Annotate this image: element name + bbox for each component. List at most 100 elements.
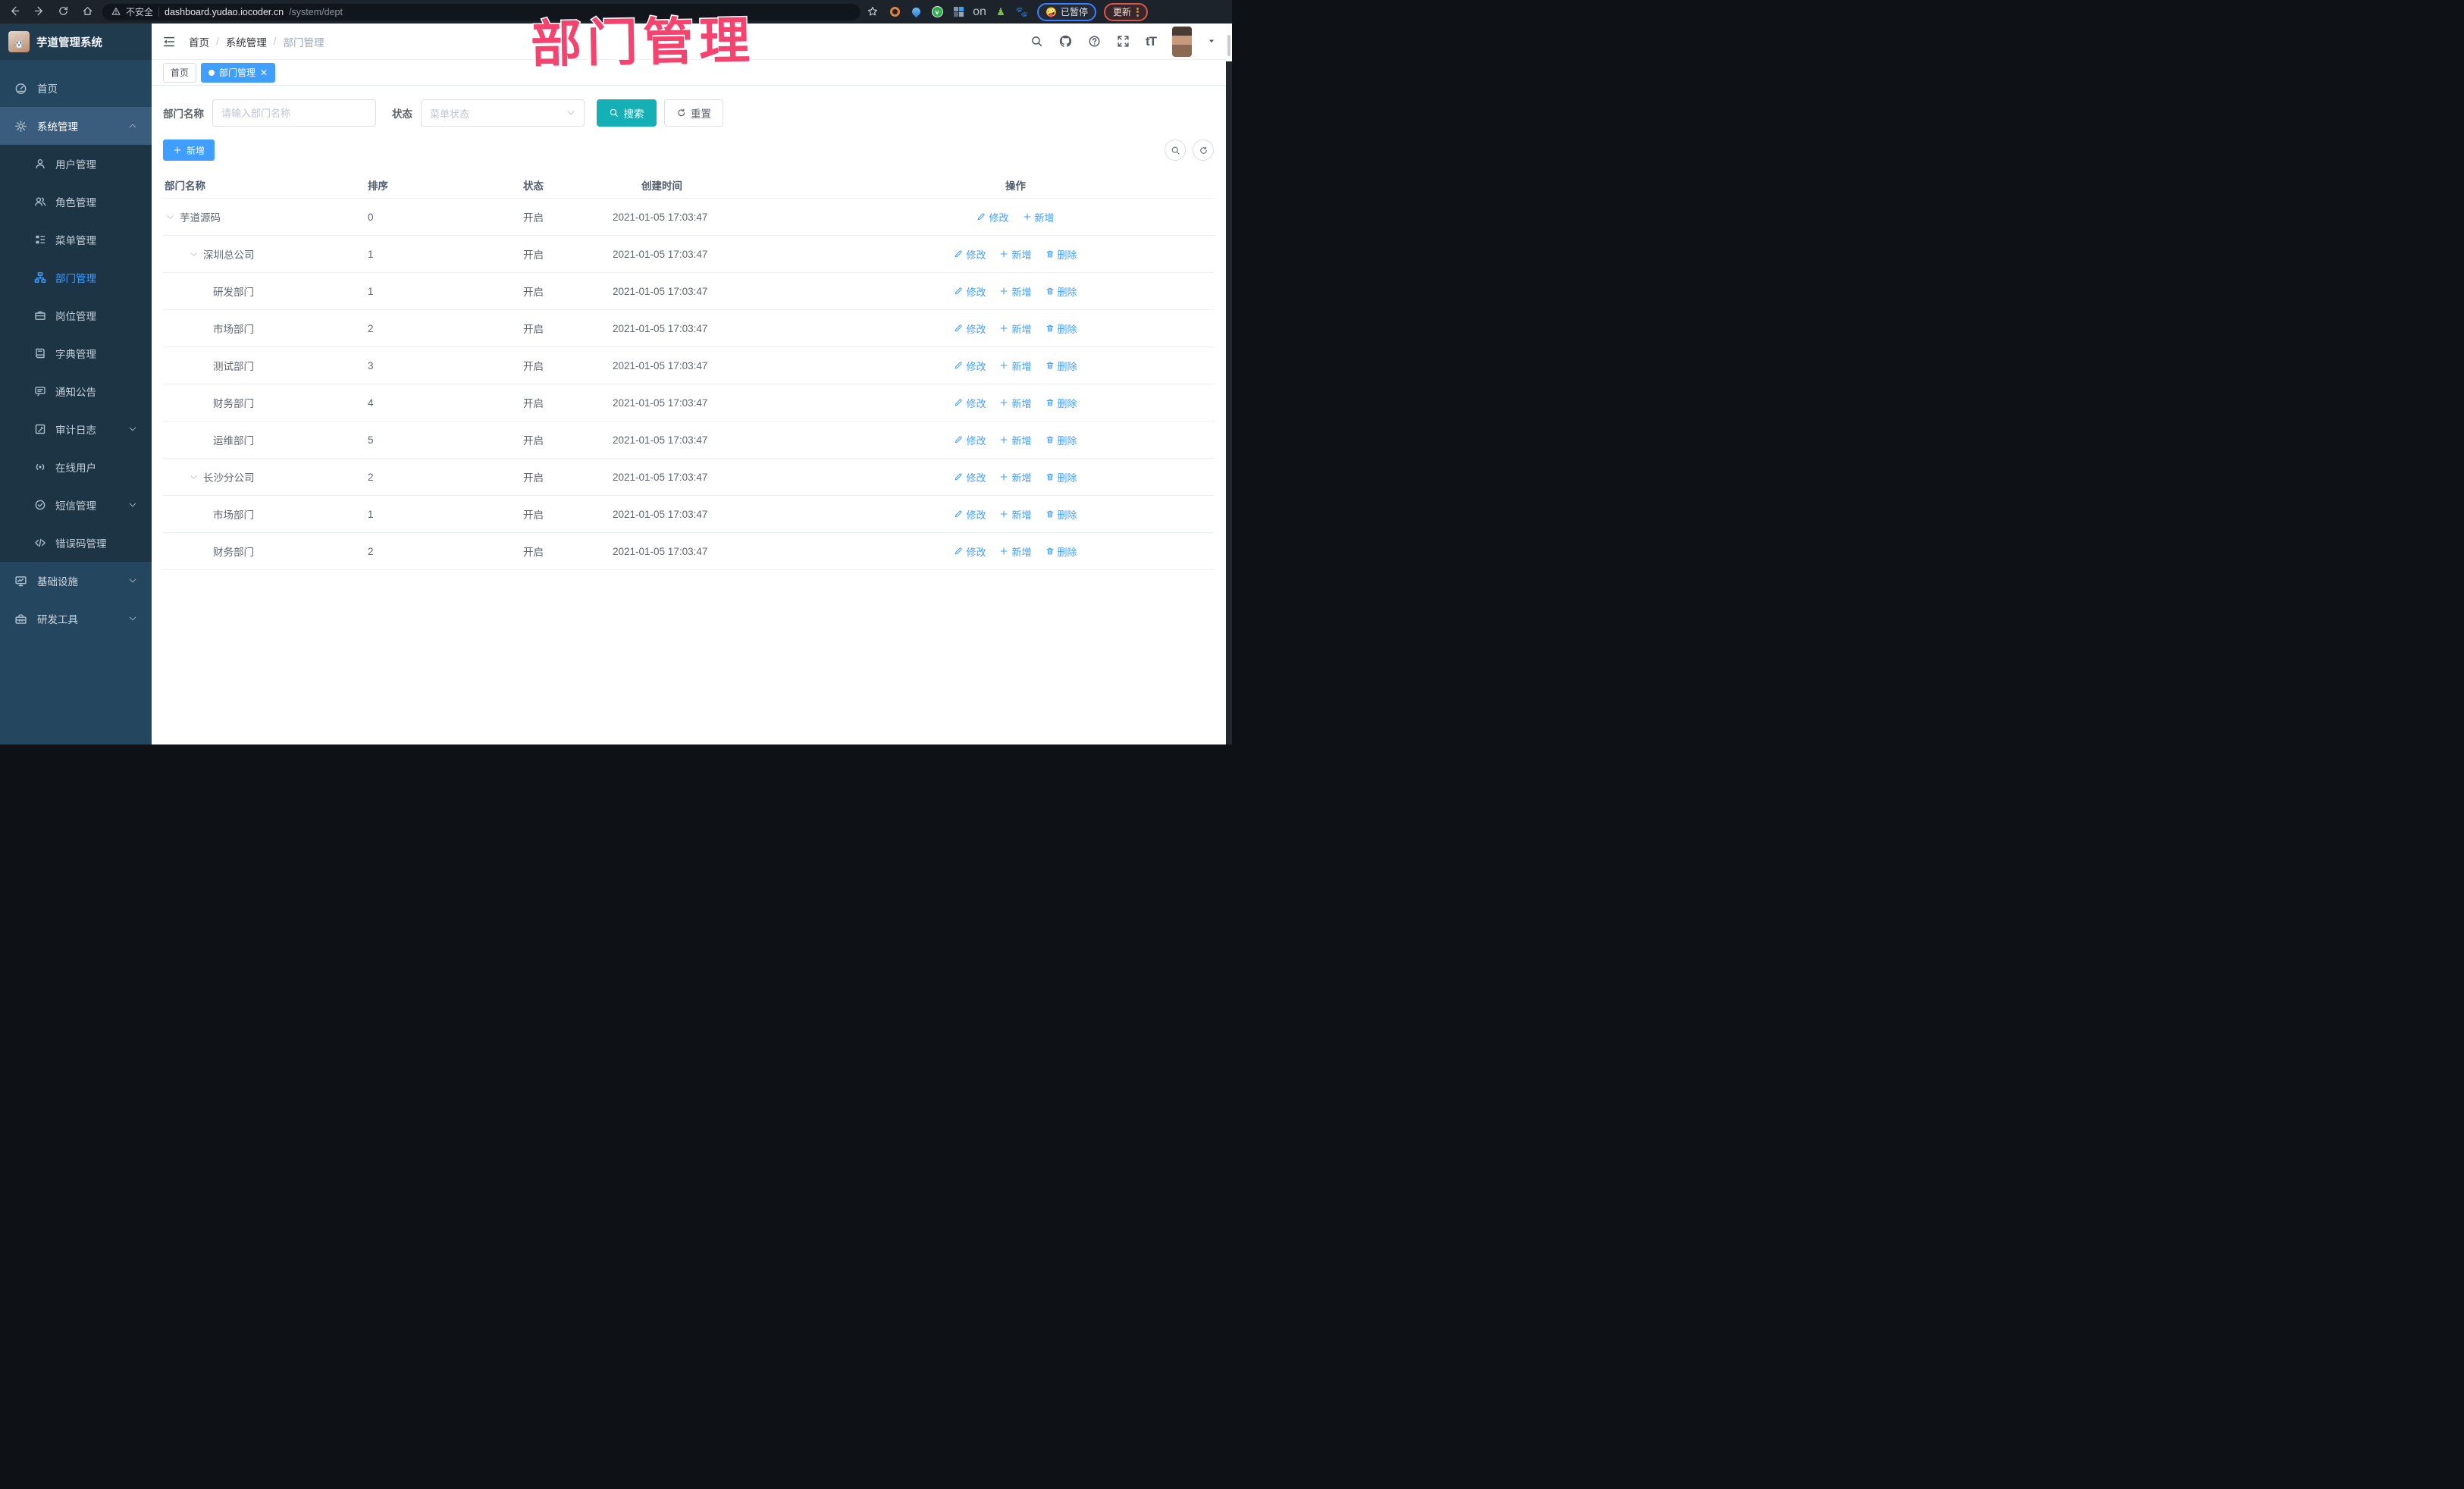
help-icon[interactable]: [1088, 35, 1101, 48]
sidebar-item-user[interactable]: 用户管理: [0, 145, 152, 183]
tab-home[interactable]: 首页: [163, 62, 197, 83]
emoji-icon: 🤪: [1045, 6, 1057, 17]
breadcrumb-item[interactable]: 首页: [189, 34, 209, 49]
status-select[interactable]: 菜单状态: [421, 99, 585, 127]
row-action-plus[interactable]: 新增: [999, 470, 1032, 484]
column-header: 操作: [1005, 180, 1026, 192]
github-icon[interactable]: [1059, 35, 1072, 48]
row-action-edit[interactable]: 修改: [954, 247, 986, 262]
row-action-plus[interactable]: 新增: [999, 396, 1032, 410]
sidebar-menu: 首页 系统管理 用户管理 角色管理 菜单管理 部门管理 岗位管理 字典管理 通知…: [0, 60, 152, 638]
bookmark-star-icon[interactable]: [867, 6, 878, 18]
breadcrumb-item[interactable]: 系统管理: [226, 34, 267, 49]
row-action-delete[interactable]: 删除: [1045, 284, 1077, 299]
sidebar-item-role[interactable]: 角色管理: [0, 183, 152, 221]
expand-arrow-icon[interactable]: [166, 213, 174, 221]
row-action-delete[interactable]: 删除: [1045, 247, 1077, 262]
magnifier-icon: [609, 108, 619, 119]
row-action-plus[interactable]: 新增: [999, 247, 1032, 262]
sidebar-item-menu[interactable]: 菜单管理: [0, 221, 152, 259]
row-action-delete[interactable]: 删除: [1045, 544, 1077, 559]
sidebar-item-post[interactable]: 岗位管理: [0, 296, 152, 334]
row-action-edit[interactable]: 修改: [954, 544, 986, 559]
extension-translate-on[interactable]: on: [973, 5, 986, 18]
table-row: 研发部门 1 开启 2021-01-05 17:03:47 修改 新增 删除: [163, 273, 1214, 310]
dept-name-input[interactable]: [212, 99, 376, 127]
row-action-plus[interactable]: 新增: [1023, 210, 1055, 224]
extension-paw[interactable]: 🐾: [1016, 6, 1028, 18]
row-action-delete[interactable]: 删除: [1045, 359, 1077, 373]
row-action-delete[interactable]: 删除: [1045, 470, 1077, 484]
back-icon[interactable]: [9, 5, 20, 18]
sidebar-item-dict[interactable]: 字典管理: [0, 334, 152, 372]
dashboard-icon: [14, 82, 27, 95]
search-button[interactable]: 搜索: [597, 99, 657, 127]
breadcrumb-item[interactable]: 部门管理: [284, 34, 324, 49]
toggle-search-button[interactable]: [1165, 139, 1186, 161]
home-icon[interactable]: [82, 5, 93, 18]
row-action-edit[interactable]: 修改: [954, 321, 986, 336]
row-action-plus[interactable]: 新增: [999, 284, 1032, 299]
close-icon[interactable]: ✕: [260, 68, 268, 77]
sidebar-item-online[interactable]: 在线用户: [0, 448, 152, 486]
row-action-delete[interactable]: 删除: [1045, 507, 1077, 522]
scrollbar-thumb[interactable]: [1227, 35, 1230, 56]
row-action-edit[interactable]: 修改: [954, 396, 986, 410]
browser-update-button[interactable]: 更新: [1103, 2, 1148, 21]
sidebar-item-notice[interactable]: 通知公告: [0, 372, 152, 410]
column-header: 部门名称: [165, 180, 205, 192]
menulist-icon: [34, 234, 46, 246]
extension-blue-drop[interactable]: [910, 5, 922, 18]
row-action-delete[interactable]: 删除: [1045, 396, 1077, 410]
reload-icon[interactable]: [58, 5, 69, 18]
extension-grid[interactable]: [952, 6, 964, 18]
row-action-edit[interactable]: 修改: [977, 210, 1009, 224]
row-action-edit[interactable]: 修改: [954, 470, 986, 484]
add-button[interactable]: 新增: [163, 139, 215, 161]
row-action-delete[interactable]: 删除: [1045, 321, 1077, 336]
sidebar-item-audit[interactable]: 审计日志: [0, 410, 152, 448]
row-action-edit[interactable]: 修改: [954, 359, 986, 373]
extensions-row: v on ♟ 🐾: [889, 5, 1028, 18]
app-header: 首页 / 系统管理 / 部门管理 tT: [152, 24, 1232, 60]
row-action-edit[interactable]: 修改: [954, 284, 986, 299]
caret-down-icon[interactable]: [1208, 37, 1215, 46]
expand-arrow-icon[interactable]: [190, 250, 198, 259]
extension-green-check[interactable]: v: [931, 6, 943, 18]
avatar[interactable]: [1172, 26, 1192, 57]
expand-arrow-icon[interactable]: [190, 473, 198, 481]
sidebar-item-infra[interactable]: 基础设施: [0, 562, 152, 600]
paused-extension-pill[interactable]: 🤪 已暂停: [1037, 2, 1096, 21]
row-action-plus[interactable]: 新增: [999, 321, 1032, 336]
extension-orange-ring[interactable]: [889, 6, 901, 18]
breadcrumb-separator: /: [216, 36, 219, 47]
reset-button[interactable]: 重置: [663, 99, 723, 127]
row-action-delete[interactable]: 删除: [1045, 433, 1077, 447]
sidebar-item-devtool[interactable]: 研发工具: [0, 600, 152, 638]
menu-dots-icon[interactable]: [1136, 7, 1139, 17]
sidebar-fold-icon[interactable]: [162, 35, 176, 49]
table-row: 运维部门 5 开启 2021-01-05 17:03:47 修改 新增 删除: [163, 422, 1214, 459]
status-label: 状态: [392, 108, 412, 120]
forward-icon[interactable]: [33, 5, 45, 18]
fullscreen-icon[interactable]: [1117, 35, 1130, 48]
address-bar[interactable]: 不安全 dashboard.yudao.iocoder.cn/system/de…: [102, 3, 861, 20]
row-action-plus[interactable]: 新增: [999, 433, 1032, 447]
sidebar-item-system[interactable]: 系统管理: [0, 107, 152, 145]
search-icon[interactable]: [1030, 35, 1043, 48]
row-action-plus[interactable]: 新增: [999, 359, 1032, 373]
sidebar-item-sms[interactable]: 短信管理: [0, 486, 152, 524]
tab-dept[interactable]: 部门管理 ✕: [201, 62, 276, 83]
refresh-table-button[interactable]: [1193, 139, 1214, 161]
row-action-plus[interactable]: 新增: [999, 544, 1032, 559]
font-size-icon[interactable]: tT: [1146, 34, 1157, 49]
sidebar-item-home[interactable]: 首页: [0, 69, 152, 107]
row-action-plus[interactable]: 新增: [999, 507, 1032, 522]
sidebar-item-errcode[interactable]: 错误码管理: [0, 524, 152, 562]
extension-green-figure[interactable]: ♟: [995, 6, 1007, 18]
row-action-edit[interactable]: 修改: [954, 433, 986, 447]
sidebar-item-dept[interactable]: 部门管理: [0, 259, 152, 296]
app-logo[interactable]: 🐰 芋道管理系统: [0, 24, 152, 60]
row-action-edit[interactable]: 修改: [954, 507, 986, 522]
chevron-down-icon: [128, 425, 137, 434]
